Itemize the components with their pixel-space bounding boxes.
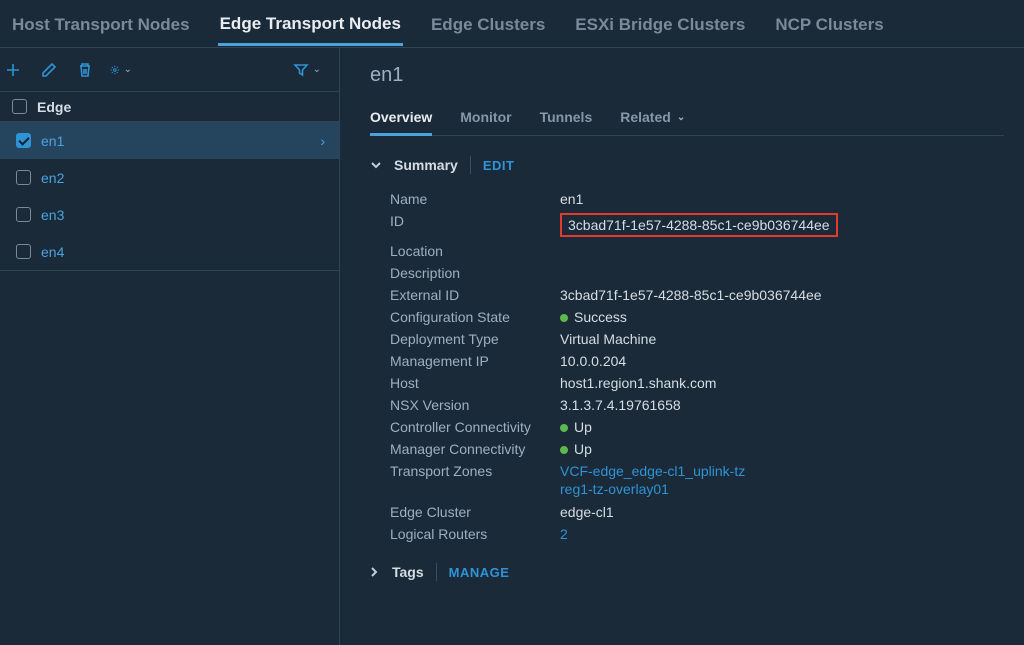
value-logical-routers[interactable]: 2 (560, 526, 568, 542)
page-title: en1 (370, 64, 1004, 87)
label-management-ip: Management IP (390, 353, 560, 369)
list-item-label: en1 (41, 133, 64, 149)
list-item-label: en4 (41, 244, 64, 260)
list-toolbar: ⌄ ⌄ (0, 48, 339, 92)
status-dot-icon (560, 314, 568, 322)
tags-section-header: Tags MANAGE (368, 563, 1004, 581)
divider (470, 156, 471, 174)
label-controller-connectivity: Controller Connectivity (390, 419, 560, 435)
label-manager-connectivity: Manager Connectivity (390, 441, 560, 457)
edit-icon[interactable] (38, 59, 60, 81)
checkbox-en4[interactable] (16, 244, 31, 259)
select-all-checkbox[interactable] (12, 99, 27, 114)
delete-icon[interactable] (74, 59, 96, 81)
expand-toggle-icon[interactable] (368, 566, 380, 578)
label-config-state: Configuration State (390, 309, 560, 325)
summary-title: Summary (394, 157, 458, 173)
value-config-state: Success (560, 309, 627, 325)
summary-section-header: Summary EDIT (370, 156, 1004, 174)
divider (436, 563, 437, 581)
top-tabs-bar: Host Transport Nodes Edge Transport Node… (0, 0, 1024, 48)
label-logical-routers: Logical Routers (390, 526, 560, 542)
chevron-down-icon: ⌄ (677, 112, 685, 123)
tab-edge-clusters[interactable]: Edge Clusters (429, 3, 547, 45)
value-host: host1.region1.shank.com (560, 375, 716, 391)
tab-ncp-clusters[interactable]: NCP Clusters (773, 3, 885, 45)
checkbox-en1[interactable] (16, 133, 31, 148)
transport-zone-link[interactable]: VCF-edge_edge-cl1_uplink-tz (560, 463, 745, 481)
node-list: en1 › en2 en3 en4 (0, 122, 339, 271)
sub-tab-monitor[interactable]: Monitor (460, 105, 511, 135)
list-item-en1[interactable]: en1 › (0, 122, 339, 159)
label-edge-cluster: Edge Cluster (390, 504, 560, 520)
list-item-label: en2 (41, 170, 64, 186)
value-deployment-type: Virtual Machine (560, 331, 656, 347)
detail-pane: en1 Overview Monitor Tunnels Related ⌄ S… (340, 48, 1024, 645)
value-name: en1 (560, 191, 583, 207)
chevron-right-icon: › (320, 133, 325, 149)
left-pane: ⌄ ⌄ Edge en1 › en2 en3 (0, 48, 340, 645)
transport-zone-link[interactable]: reg1-tz-overlay01 (560, 481, 745, 499)
value-edge-cluster: edge-cl1 (560, 504, 614, 520)
value-nsx-version: 3.1.3.7.4.19761658 (560, 397, 681, 413)
tab-esxi-bridge-clusters[interactable]: ESXi Bridge Clusters (573, 3, 747, 45)
sub-tab-overview[interactable]: Overview (370, 105, 432, 136)
status-dot-icon (560, 424, 568, 432)
tab-host-transport-nodes[interactable]: Host Transport Nodes (10, 3, 192, 45)
list-item-en4[interactable]: en4 (0, 233, 339, 270)
label-name: Name (390, 191, 560, 207)
manage-tags-button[interactable]: MANAGE (449, 565, 510, 580)
tab-edge-transport-nodes[interactable]: Edge Transport Nodes (218, 2, 403, 46)
checkbox-en2[interactable] (16, 170, 31, 185)
filter-icon[interactable]: ⌄ (293, 62, 321, 78)
label-description: Description (390, 265, 560, 281)
label-external-id: External ID (390, 287, 560, 303)
value-id: 3cbad71f-1e57-4288-85c1-ce9b036744ee (560, 213, 838, 237)
value-controller-connectivity: Up (560, 419, 592, 435)
value-transport-zones: VCF-edge_edge-cl1_uplink-tzreg1-tz-overl… (560, 463, 745, 498)
label-nsx-version: NSX Version (390, 397, 560, 413)
label-transport-zones: Transport Zones (390, 463, 560, 498)
actions-gear-icon[interactable]: ⌄ (110, 59, 132, 81)
list-item-label: en3 (41, 207, 64, 223)
list-item-en2[interactable]: en2 (0, 159, 339, 196)
chevron-down-icon: ⌄ (313, 64, 321, 75)
detail-sub-tabs: Overview Monitor Tunnels Related ⌄ (370, 105, 1004, 136)
label-location: Location (390, 243, 560, 259)
sub-tab-related[interactable]: Related ⌄ (620, 105, 685, 135)
collapse-toggle-icon[interactable] (370, 159, 382, 171)
label-deployment-type: Deployment Type (390, 331, 560, 347)
tags-title: Tags (392, 564, 424, 580)
checkbox-en3[interactable] (16, 207, 31, 222)
chevron-down-icon: ⌄ (124, 64, 132, 75)
value-manager-connectivity: Up (560, 441, 592, 457)
value-external-id: 3cbad71f-1e57-4288-85c1-ce9b036744ee (560, 287, 822, 303)
list-header-label: Edge (37, 99, 71, 115)
add-icon[interactable] (2, 59, 24, 81)
list-item-en3[interactable]: en3 (0, 196, 339, 233)
edit-button[interactable]: EDIT (483, 158, 515, 173)
highlighted-id: 3cbad71f-1e57-4288-85c1-ce9b036744ee (560, 213, 838, 237)
sub-tab-tunnels[interactable]: Tunnels (540, 105, 593, 135)
label-host: Host (390, 375, 560, 391)
label-id: ID (390, 213, 560, 237)
status-dot-icon (560, 446, 568, 454)
value-management-ip: 10.0.0.204 (560, 353, 626, 369)
list-header: Edge (0, 92, 339, 122)
